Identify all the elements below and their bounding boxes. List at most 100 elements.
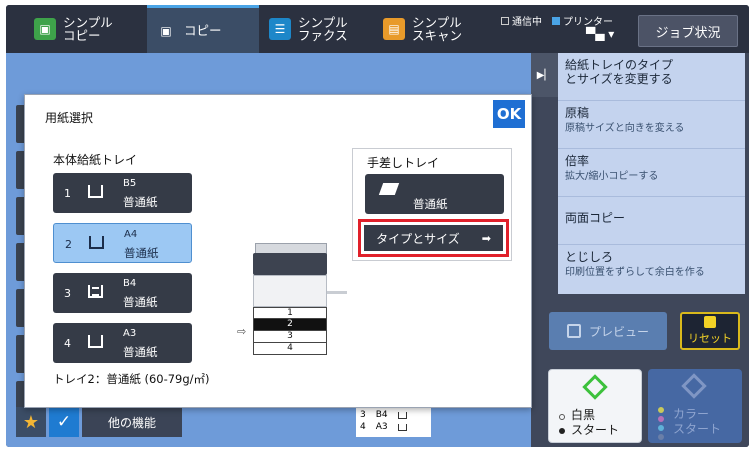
tray-1-button[interactable]: 1 B5 普通紙: [53, 173, 192, 213]
reset-label: リセット: [688, 332, 732, 345]
other-functions-button[interactable]: 他の機能: [82, 407, 182, 437]
radio-empty-icon: [559, 414, 565, 420]
printer-tray-slot: 1: [253, 307, 327, 319]
strip-tray-size: B4: [375, 410, 388, 420]
tray-type: 普通紙: [124, 246, 159, 260]
shortcut-subtitle: 印刷位置をずらして余白を作る: [565, 267, 705, 278]
type-and-size-button[interactable]: タイプとサイズ ➡: [364, 225, 503, 251]
main-tray-heading: 本体給紙トレイ: [53, 153, 138, 167]
shortcut-duplex[interactable]: 両面コピー: [558, 197, 745, 245]
strip-row: 4 A3: [360, 421, 431, 433]
star-icon: ★: [22, 411, 40, 433]
job-status-button[interactable]: ジョブ状況: [638, 15, 738, 47]
bw-start-label: 白黒 スタート: [571, 408, 620, 437]
expand-panel-button[interactable]: ▶▏: [531, 53, 558, 97]
bypass-tray-button[interactable]: 普通紙: [365, 174, 504, 214]
start-diamond-icon: [681, 373, 707, 399]
tab-simple-fax[interactable]: ☰ シンプル ファクス: [261, 5, 373, 53]
check-icon: ✓: [56, 412, 72, 432]
shortcut-tray-settings[interactable]: 給紙トレイのタイプ とサイズを変更する: [558, 53, 745, 101]
tray-strip-preview: 3 B4 4 A3: [356, 407, 431, 437]
tray-icon: [88, 335, 103, 348]
arrow-right-icon: ➡: [481, 231, 491, 245]
tab-simple-scan[interactable]: ▤ シンプル スキャン: [375, 5, 493, 53]
tray-size: A4: [124, 229, 138, 240]
shortcut-subtitle: 拡大/縮小コピーする: [565, 171, 659, 182]
tray-number: 2: [65, 238, 72, 251]
play-arrow-icon: ▶▏: [536, 69, 553, 81]
printer-tray-slot: 4: [253, 343, 327, 355]
printer-output-tray: [327, 291, 347, 294]
strip-tray-num: 4: [360, 422, 366, 432]
top-bar: ▣ シンプル コピー ▣ コピー ☰ シンプル ファクス ▤ シンプル スキャン…: [6, 5, 749, 53]
copier-screen: ▣ シンプル コピー ▣ コピー ☰ シンプル ファクス ▤ シンプル スキャン…: [6, 5, 749, 447]
tray-type: 普通紙: [123, 195, 158, 209]
highlight-frame: タイプとサイズ ➡: [358, 219, 509, 257]
shortcut-title: 給紙トレイのタイプ とサイズを変更する: [565, 58, 674, 86]
bypass-tray-heading: 手差しトレイ: [367, 156, 440, 170]
shortcut-title: とじしろ: [565, 250, 614, 264]
tab-copy[interactable]: ▣ コピー: [147, 5, 259, 53]
printer-tray-slot-active: 2: [253, 319, 327, 331]
tab-copy-label: コピー: [184, 23, 222, 38]
radio-filled-icon: [559, 428, 565, 434]
ok-button[interactable]: OK: [493, 100, 525, 128]
tray-number: 4: [64, 337, 71, 350]
tray-3-button[interactable]: 3 B4 普通紙: [53, 273, 192, 313]
shortcut-subtitle: 原稿サイズと向きを変える: [565, 123, 685, 134]
color-dot-icon: [658, 416, 664, 422]
shortcut-title: 倍率: [565, 154, 590, 168]
preview-button[interactable]: プレビュー: [549, 312, 667, 350]
printer-trays: 1 2 3 4: [253, 307, 327, 355]
tray-type: 普通紙: [123, 345, 158, 359]
type-and-size-label: タイプとサイズ: [376, 231, 460, 246]
status-printer: プリンター: [552, 13, 613, 28]
tray-icon: [89, 236, 104, 249]
status-comm-label: 通信中: [512, 17, 542, 28]
tray-4-button[interactable]: 4 A3 普通紙: [53, 323, 192, 363]
printer-tray-slot: 3: [253, 331, 327, 343]
shortcut-original[interactable]: 原稿 原稿サイズと向きを変える: [558, 101, 745, 149]
status-printer-label: プリンター: [563, 17, 613, 28]
reset-icon: [704, 316, 716, 328]
shortcut-list: 給紙トレイのタイプ とサイズを変更する 原稿 原稿サイズと向きを変える 倍率 拡…: [558, 53, 745, 294]
tab-simple-copy-label: シンプル コピー: [63, 15, 113, 43]
selected-tray-status: トレイ2：普通紙 (60-79g/㎡): [53, 372, 210, 386]
bypass-tray-group: 手差しトレイ 普通紙 タイプとサイズ ➡: [352, 148, 512, 261]
dialog-title: 用紙選択: [45, 111, 94, 125]
color-dot-icon: [658, 407, 664, 413]
shortcut-margin-shift[interactable]: とじしろ 印刷位置をずらして余白を作る: [558, 245, 745, 293]
copy-icon: ▣: [34, 18, 56, 40]
tray-number: 3: [64, 287, 71, 300]
tray-size: A3: [123, 328, 137, 339]
color-start-label: カラー スタート: [673, 407, 722, 436]
color-dot-icon: [658, 425, 664, 431]
start-diamond-icon: [582, 374, 608, 400]
reset-button[interactable]: リセット: [680, 312, 740, 350]
color-start-button[interactable]: カラー スタート: [648, 369, 742, 443]
printer-indicator-icon: [552, 16, 560, 25]
check-button[interactable]: ✓: [49, 407, 79, 437]
bottom-left-bar: ★ ✓ 他の機能: [16, 407, 182, 437]
bypass-tray-type: 普通紙: [413, 197, 448, 211]
tray-number: 1: [64, 187, 71, 200]
tray-icon: [88, 285, 103, 298]
scan-icon: ▤: [383, 18, 405, 40]
status-comm: 通信中: [501, 13, 542, 28]
tray-icon: [88, 185, 103, 198]
tray-type: 普通紙: [123, 295, 158, 309]
hand-feed-icon: [378, 183, 400, 195]
printer-status-icon[interactable]: ▀▄ ▾: [586, 27, 614, 41]
pointer-arrow-icon: ⇨: [237, 325, 247, 338]
tab-simple-copy[interactable]: ▣ シンプル コピー: [26, 5, 146, 53]
shortcut-title: 原稿: [565, 106, 590, 120]
bw-start-button[interactable]: 白黒 スタート: [548, 369, 642, 443]
favorite-star-button[interactable]: ★: [16, 407, 46, 437]
strip-tray-num: 3: [360, 410, 366, 420]
tab-simple-scan-label: シンプル スキャン: [412, 15, 463, 43]
preview-icon: [566, 324, 581, 338]
tray-size: B5: [123, 178, 137, 189]
shortcut-ratio[interactable]: 倍率 拡大/縮小コピーする: [558, 149, 745, 197]
tray-2-button[interactable]: 2 A4 普通紙: [53, 223, 192, 263]
strip-row: 3 B4: [360, 409, 431, 421]
